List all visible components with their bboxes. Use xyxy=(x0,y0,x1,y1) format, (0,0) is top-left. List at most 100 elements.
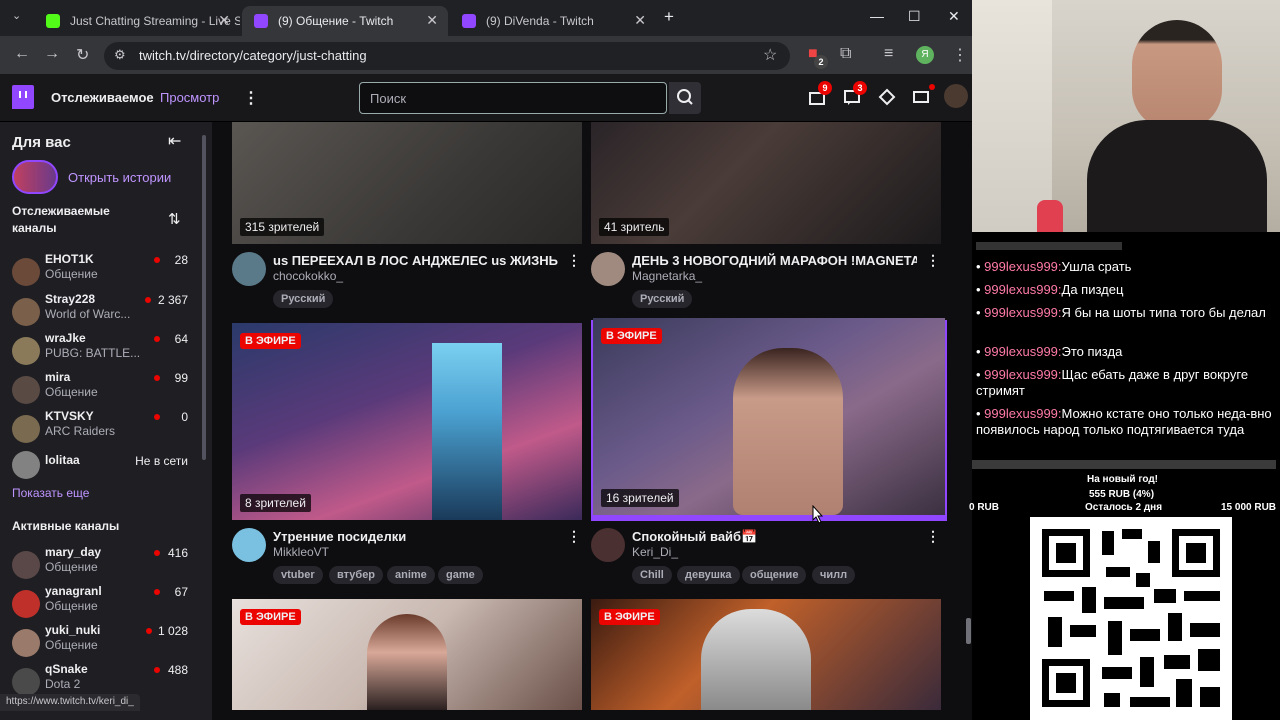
chat-input-bar xyxy=(972,460,1276,469)
donation-qr-code xyxy=(1030,517,1232,720)
stream-title[interactable]: Спокойный вайб📅 xyxy=(632,529,917,545)
channel-avatar[interactable] xyxy=(232,252,266,286)
turbo-icon[interactable] xyxy=(912,88,930,106)
close-window-icon[interactable]: ✕ xyxy=(948,8,960,25)
stream-tag[interactable]: чилл xyxy=(812,566,856,584)
channel-name[interactable]: MikkleoVT xyxy=(273,545,329,559)
user-avatar[interactable] xyxy=(944,84,968,108)
stream-thumbnail[interactable]: 41 зритель xyxy=(591,122,941,244)
live-dot xyxy=(145,297,151,303)
sidebar-channel-stray228[interactable]: Stray228 World of Warc... 2 367 xyxy=(0,292,200,330)
channel-name[interactable]: Keri_Di_ xyxy=(632,545,678,559)
stream-tag[interactable]: Chill xyxy=(632,566,672,584)
stream-tag[interactable]: Русский xyxy=(632,290,693,308)
stream-thumbnail[interactable]: 315 зрителей xyxy=(232,122,582,244)
bookmark-star-icon[interactable]: ☆ xyxy=(763,45,777,65)
channel-name[interactable]: Magnetarka_ xyxy=(632,269,702,283)
nav-browse[interactable]: Просмотр xyxy=(160,90,219,105)
close-tab-icon[interactable]: ✕ xyxy=(426,12,438,29)
extensions-puzzle-icon[interactable]: ⧉ xyxy=(840,45,851,63)
minimize-icon[interactable]: — xyxy=(870,8,884,24)
tab-search-icon[interactable]: ⌄ xyxy=(12,9,21,22)
tab-title: (9) Общение - Twitch xyxy=(278,14,394,28)
stream-thumbnail[interactable]: В ЭФИРЕ xyxy=(232,599,582,710)
stream-title[interactable]: us ПЕРЕЕХАЛ В ЛОС АНДЖЕЛЕС us ЖИЗНЬ К... xyxy=(273,253,558,268)
close-tab-icon[interactable]: ✕ xyxy=(218,12,230,29)
sidebar-channel-ehot1k[interactable]: EHOT1K Общение 28 xyxy=(0,252,200,290)
channel-avatar xyxy=(12,668,40,696)
channel-name: EHOT1K xyxy=(45,252,94,266)
close-tab-icon[interactable]: ✕ xyxy=(634,12,646,29)
streamer-body xyxy=(1087,120,1267,232)
profile-avatar[interactable]: Я xyxy=(916,46,934,64)
sidebar-scrollbar[interactable] xyxy=(202,135,206,460)
stream-tag[interactable]: anime xyxy=(387,566,435,584)
channel-name[interactable]: chocokokko_ xyxy=(273,269,343,283)
more-menu-icon[interactable]: ⋮ xyxy=(243,88,259,108)
card-menu-icon[interactable]: ⋮ xyxy=(567,528,581,545)
nav-following[interactable]: Отслеживаемое xyxy=(51,90,154,105)
tab-divenda[interactable]: (9) DiVenda - Twitch ✕ xyxy=(450,6,656,36)
channel-game: Dota 2 xyxy=(45,677,81,691)
show-more-link[interactable]: Показать еще xyxy=(12,486,89,500)
live-badge: В ЭФИРЕ xyxy=(240,333,301,349)
card-menu-icon[interactable]: ⋮ xyxy=(926,252,940,269)
sidebar-channel-wrajke[interactable]: wraJke PUBG: BATTLE... 64 xyxy=(0,331,200,369)
main-scrollbar[interactable] xyxy=(966,618,971,644)
channel-avatar xyxy=(12,451,40,479)
sidebar-channel-mira[interactable]: mira Общение 99 xyxy=(0,370,200,408)
channel-avatar xyxy=(12,337,40,365)
stream-tag[interactable]: общение xyxy=(742,566,807,584)
site-info-icon[interactable]: ⚙ xyxy=(114,47,126,63)
maximize-icon[interactable]: ☐ xyxy=(908,8,921,25)
card-menu-icon[interactable]: ⋮ xyxy=(567,252,581,269)
vtuber-figure xyxy=(432,343,502,520)
back-icon[interactable]: ← xyxy=(14,45,30,63)
live-badge: В ЭФИРЕ xyxy=(240,609,301,625)
tab-just-chatting[interactable]: Just Chatting Streaming - Live S ✕ xyxy=(34,6,240,36)
search-input[interactable]: Поиск xyxy=(359,82,667,114)
chat-message: • 999lexus999:Это пизда xyxy=(976,344,1123,359)
stream-thumbnail[interactable]: В ЭФИРЕ 8 зрителей xyxy=(232,323,582,520)
twitch-logo-icon[interactable] xyxy=(12,85,34,109)
card-menu-icon[interactable]: ⋮ xyxy=(926,528,940,545)
collapse-sidebar-icon[interactable]: ⇤ xyxy=(168,131,181,151)
sidebar-channel-yanagranl[interactable]: yanagranl Общение 67 xyxy=(0,584,200,622)
media-control-icon[interactable]: ≡ xyxy=(884,45,893,63)
webcam-feed xyxy=(972,0,1280,232)
tab-obshenie[interactable]: (9) Общение - Twitch ✕ xyxy=(242,6,448,36)
open-stories-link[interactable]: Открыть истории xyxy=(68,170,171,185)
stream-tag[interactable]: втубер xyxy=(329,566,384,584)
stories-avatars[interactable] xyxy=(12,160,58,194)
channel-game: Общение xyxy=(45,560,98,574)
sidebar-channel-mary-day[interactable]: mary_day Общение 416 xyxy=(0,545,200,583)
browser-menu-icon[interactable]: ⋮ xyxy=(952,45,968,65)
forward-icon[interactable]: → xyxy=(44,45,60,63)
stream-tag[interactable]: девушка xyxy=(677,566,740,584)
new-tab-button[interactable]: + xyxy=(664,7,674,27)
whispers-badge: 3 xyxy=(853,81,867,95)
sort-icon[interactable]: ⇅ xyxy=(168,210,181,228)
extension-badge: 2 xyxy=(814,55,828,69)
chat-text: Я бы на шоты типа того бы делал xyxy=(1061,305,1266,320)
reload-icon[interactable]: ↻ xyxy=(76,45,89,65)
sidebar-channel-yuki-nuki[interactable]: yuki_nuki Общение 1 028 xyxy=(0,623,200,661)
stream-title[interactable]: ДЕНЬ 3 НОВОГОДНИЙ МАРАФОН !MAGNETA... xyxy=(632,253,917,268)
stream-title[interactable]: Утренние посиделки xyxy=(273,529,558,544)
stream-tag[interactable]: vtuber xyxy=(273,566,323,584)
sidebar-channel-ktvsky[interactable]: KTVSKY ARC Raiders 0 xyxy=(0,409,200,447)
qr-code-icon xyxy=(1042,529,1220,707)
live-dot xyxy=(154,550,160,556)
bits-diamond-icon[interactable] xyxy=(878,88,896,106)
viewer-count: 2 367 xyxy=(157,293,188,307)
channel-avatar[interactable] xyxy=(232,528,266,562)
channel-avatar[interactable] xyxy=(591,528,625,562)
stream-thumbnail[interactable]: В ЭФИРЕ 16 зрителей xyxy=(593,318,945,515)
status-bar-url: https://www.twitch.tv/keri_di_ xyxy=(0,694,140,711)
viewer-count: 41 зритель xyxy=(599,218,670,236)
stream-tag[interactable]: game xyxy=(438,566,483,584)
stream-tag[interactable]: Русский xyxy=(273,290,334,308)
channel-avatar[interactable] xyxy=(591,252,625,286)
stream-thumbnail[interactable]: В ЭФИРЕ xyxy=(591,599,941,710)
search-button[interactable] xyxy=(669,82,701,114)
